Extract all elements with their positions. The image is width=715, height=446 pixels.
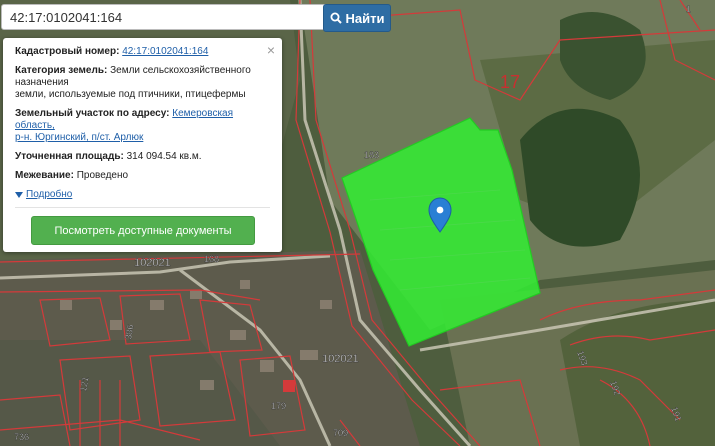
address-row: Земельный участок по адресу: Кемеровская… bbox=[15, 108, 270, 144]
cadastral-search-input[interactable] bbox=[1, 4, 329, 30]
survey-label: Межевание: bbox=[15, 170, 74, 181]
search-bar: Найти bbox=[1, 4, 391, 32]
caret-down-icon bbox=[15, 191, 23, 198]
survey-value: Проведено bbox=[76, 170, 129, 181]
area-value: 314 094.54 кв.м. bbox=[126, 151, 202, 162]
view-documents-button[interactable]: Посмотреть доступные документы bbox=[31, 216, 255, 245]
parcel-label-179: 179 bbox=[271, 401, 286, 411]
parcel-label-709: 709 bbox=[333, 428, 348, 438]
cadastral-number-row: Кадастровый номер: 42:17:0102041:164 bbox=[15, 46, 270, 58]
cadastral-number-label: Кадастровый номер: bbox=[15, 46, 120, 57]
parcel-label-168: 168 bbox=[204, 254, 219, 264]
land-category-value-3: земли, используемые под птичники, птицеф… bbox=[15, 89, 246, 100]
address-link-2[interactable]: р-н. Юргинский, п/ст. Арлюк bbox=[15, 132, 143, 143]
cadastral-number-link[interactable]: 42:17:0102041:164 bbox=[122, 46, 208, 57]
quarter-label-102021-b: 102021 bbox=[322, 353, 359, 365]
survey-row: Межевание: Проведено bbox=[15, 170, 270, 182]
parcel-info-popup: × Кадастровый номер: 42:17:0102041:164 К… bbox=[3, 38, 282, 252]
parcel-label-736: 736 bbox=[14, 432, 29, 442]
area-row: Уточненная площадь: 314 094.54 кв.м. bbox=[15, 151, 270, 163]
quarter-label-17: 17 bbox=[500, 72, 520, 92]
address-label: Земельный участок по адресу: bbox=[15, 108, 170, 119]
parcel-label-183: 183 bbox=[364, 150, 379, 160]
quarter-label-102021-a: 102021 bbox=[134, 257, 171, 269]
land-category-row: Категория земель: Земли сельскохозяйстве… bbox=[15, 65, 270, 101]
search-button[interactable]: Найти bbox=[323, 4, 391, 32]
land-category-value-2: назначения bbox=[15, 77, 69, 88]
parcel-label-1: 1 bbox=[686, 4, 691, 14]
details-toggle[interactable]: Подробно bbox=[15, 189, 270, 200]
close-icon[interactable]: × bbox=[267, 42, 275, 58]
search-button-label: Найти bbox=[345, 10, 385, 26]
area-label: Уточненная площадь: bbox=[15, 151, 124, 162]
land-category-value-1: Земли сельскохозяйственного bbox=[110, 65, 251, 76]
details-link[interactable]: Подробно bbox=[26, 189, 72, 200]
search-icon bbox=[330, 12, 342, 24]
land-category-label: Категория земель: bbox=[15, 65, 108, 76]
popup-divider bbox=[15, 207, 270, 208]
